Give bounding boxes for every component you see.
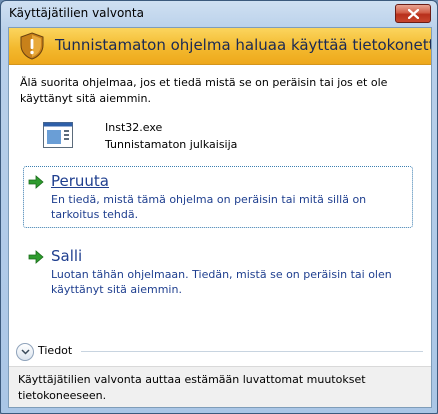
window-title: Käyttäjätilien valvonta xyxy=(9,6,144,20)
chevron-down-icon xyxy=(20,349,30,355)
program-name: Inst32.exe xyxy=(105,121,163,134)
banner-message: Tunnistamaton ohjelma haluaa käyttää tie… xyxy=(55,36,432,54)
cancel-option[interactable]: Peruuta En tiedä, mistä tämä ohjelma on … xyxy=(23,166,413,228)
details-toggle-button[interactable] xyxy=(16,343,34,361)
allow-option-title: Salli xyxy=(51,247,83,265)
footer: Käyttäjätilien valvonta auttaa estämään … xyxy=(9,366,431,407)
close-icon xyxy=(407,8,419,19)
program-publisher: Tunnistamaton julkaisija xyxy=(105,138,238,151)
program-icon xyxy=(43,122,73,148)
cancel-option-title: Peruuta xyxy=(51,172,109,190)
dialog-content: Tunnistamaton ohjelma haluaa käyttää tie… xyxy=(8,27,432,408)
green-arrow-icon xyxy=(28,250,44,264)
green-arrow-icon xyxy=(28,175,44,189)
details-label[interactable]: Tiedot xyxy=(38,344,72,357)
shield-warning-icon xyxy=(20,32,44,60)
allow-option[interactable]: Salli Luotan tähän ohjelmaan. Tiedän, mi… xyxy=(23,241,413,303)
title-bar[interactable]: Käyttäjätilien valvonta xyxy=(1,1,437,25)
uac-dialog-window: Käyttäjätilien valvonta Tunnistamaton oh… xyxy=(0,0,438,414)
warning-banner: Tunnistamaton ohjelma haluaa käyttää tie… xyxy=(9,28,431,65)
instruction-text: Älä suorita ohjelmaa, jos et tiedä mistä… xyxy=(20,76,388,105)
cancel-option-description: En tiedä, mistä tämä ohjelma on peräisin… xyxy=(51,193,367,221)
footer-text: Käyttäjätilien valvonta auttaa estämään … xyxy=(18,373,366,402)
details-expander[interactable]: Tiedot xyxy=(9,338,431,364)
close-button[interactable] xyxy=(395,4,431,23)
allow-option-description: Luotan tähän ohjelmaan. Tiedän, mistä se… xyxy=(51,268,392,296)
details-divider xyxy=(81,351,423,352)
